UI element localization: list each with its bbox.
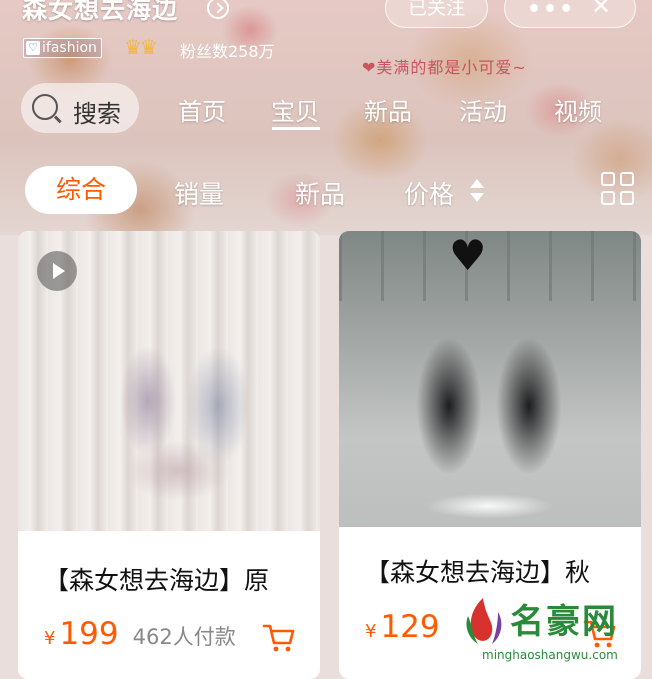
ifashion-badge: ♡ ifashion (23, 38, 102, 58)
product-image[interactable] (339, 231, 641, 527)
tab-video[interactable]: 视频 (554, 92, 602, 127)
search-label: 搜索 (73, 100, 121, 128)
price-row: ¥ 129 (365, 609, 440, 645)
more-button[interactable]: ••• (527, 0, 575, 22)
watermark-logo-icon (466, 598, 502, 644)
tab-new[interactable]: 新品 (364, 92, 412, 127)
cart-icon[interactable] (262, 623, 296, 653)
watermark-url: minghaoshangwu.com (482, 648, 618, 662)
price-sort-icon[interactable] (470, 177, 484, 207)
play-icon[interactable] (37, 251, 77, 291)
site-watermark: 名豪网 minghaoshangwu.com (460, 590, 650, 670)
currency-symbol: ¥ (365, 621, 377, 642)
product-price: 199 (59, 616, 119, 652)
badge-label: ifashion (42, 39, 97, 56)
active-tab-indicator (272, 127, 320, 130)
product-card[interactable]: 【森女想去海边】原 ¥ 199 462人付款 (18, 231, 320, 679)
sort-price[interactable]: 价格 (404, 175, 454, 211)
tab-home[interactable]: 首页 (178, 92, 226, 127)
product-title[interactable]: 【森女想去海边】秋 (365, 553, 641, 589)
grid-view-icon[interactable] (601, 172, 635, 206)
currency-symbol: ¥ (44, 628, 56, 649)
follow-button[interactable]: 已关注 (385, 0, 488, 28)
tab-items[interactable]: 宝贝 (271, 92, 319, 127)
price-row: ¥ 199 462人付款 (44, 616, 236, 652)
search-button[interactable]: 搜索 (21, 83, 139, 133)
heart-icon: ♡ (26, 41, 40, 55)
product-price: 129 (380, 609, 440, 645)
sort-sales[interactable]: 销量 (174, 175, 224, 211)
sort-comprehensive[interactable]: 综合 (25, 166, 137, 214)
sold-count: 462人付款 (132, 625, 236, 649)
crown-icon: ♛♛ (124, 35, 158, 59)
watermark-title: 名豪网 (510, 602, 618, 642)
sort-new[interactable]: 新品 (295, 175, 345, 211)
fans-count: 粉丝数258万 (180, 42, 275, 61)
capsule-menu: ••• ✕ (504, 0, 636, 28)
shop-name[interactable]: 森女想去海边 (22, 0, 178, 26)
product-title[interactable]: 【森女想去海边】原 (44, 561, 320, 597)
tab-activity[interactable]: 活动 (459, 92, 507, 127)
banner-text: ❤美满的都是小可爱~ (362, 58, 527, 77)
heart-sticker: ♥ (449, 231, 487, 280)
close-button[interactable]: ✕ (591, 0, 611, 20)
search-icon (32, 94, 58, 120)
